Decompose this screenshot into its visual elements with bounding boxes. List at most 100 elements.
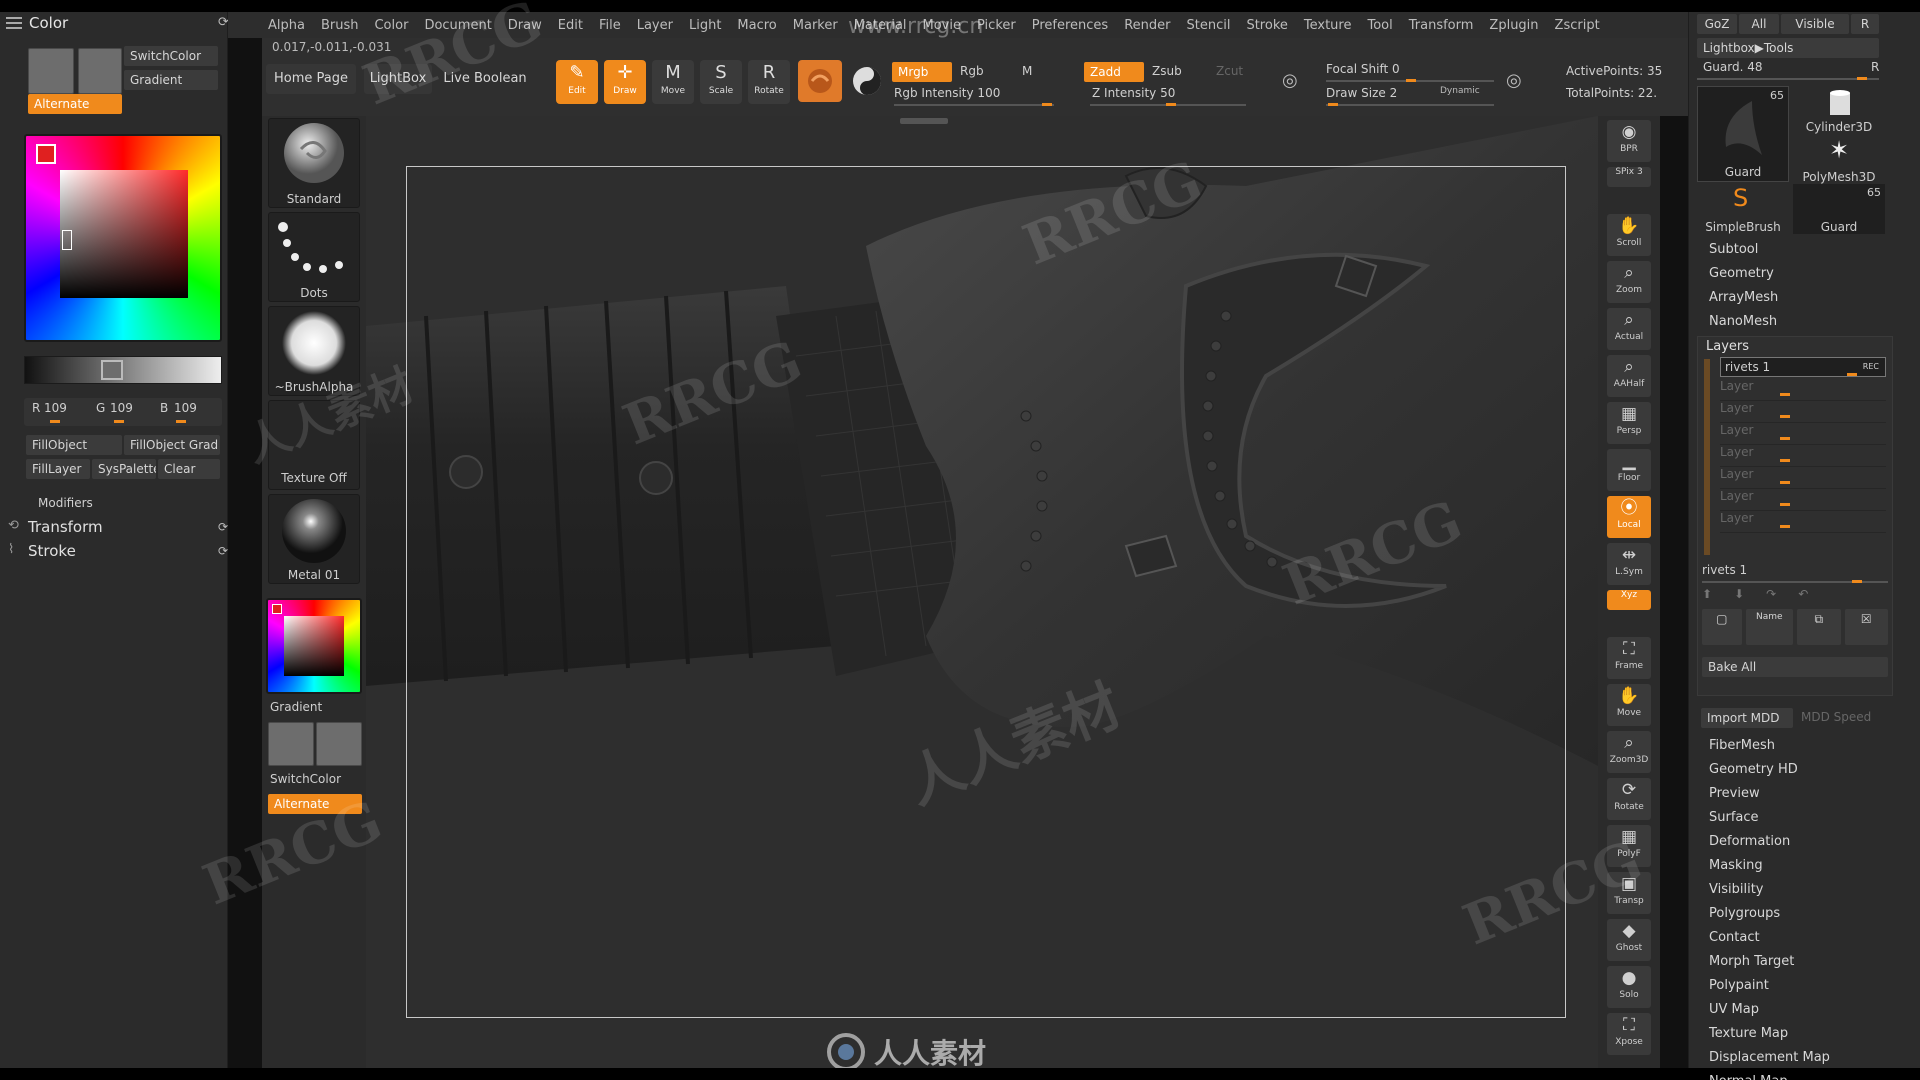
- menu-item-color[interactable]: Color: [374, 18, 408, 33]
- stroke-refresh-icon[interactable]: ⟳: [218, 544, 228, 558]
- menu-item-layer[interactable]: Layer: [637, 18, 673, 33]
- scale-mode-button[interactable]: S Scale: [700, 60, 742, 104]
- tool-menu-normal-map[interactable]: Normal Map: [1709, 1074, 1909, 1080]
- secondary-color-swatch[interactable]: [78, 48, 122, 94]
- tool-menu-morph-target[interactable]: Morph Target: [1709, 954, 1909, 978]
- tool-menu-masking[interactable]: Masking: [1709, 858, 1909, 882]
- mini-main-swatch[interactable]: [268, 722, 314, 766]
- tool-thumb-guard[interactable]: 65 Guard: [1697, 86, 1789, 182]
- rotate-mode-button[interactable]: R Rotate: [748, 60, 790, 104]
- current-tool-r[interactable]: R: [1871, 60, 1879, 74]
- tool-menu-deformation[interactable]: Deformation: [1709, 834, 1909, 858]
- layer-delete-icon[interactable]: ☒: [1844, 609, 1888, 645]
- focal-shift-knob[interactable]: [1406, 79, 1416, 82]
- tool-menu-visibility[interactable]: Visibility: [1709, 882, 1909, 906]
- strip-frame-button[interactable]: ⛶ Frame: [1607, 637, 1651, 679]
- color-picker[interactable]: [24, 134, 222, 342]
- strip-local-button[interactable]: ⦿ Local: [1607, 496, 1651, 538]
- layer-row-knob[interactable]: [1780, 393, 1790, 396]
- dynamic-toggle[interactable]: Dynamic: [1440, 86, 1480, 96]
- mini-sv-square[interactable]: [284, 616, 344, 676]
- main-color-swatch[interactable]: [28, 48, 74, 94]
- draw-size-track[interactable]: [1326, 103, 1494, 106]
- layers-title[interactable]: Layers: [1706, 339, 1749, 354]
- tool-slider-knob[interactable]: [1857, 77, 1867, 80]
- value-slider-knob[interactable]: [101, 360, 123, 380]
- menu-item-alpha[interactable]: Alpha: [268, 18, 305, 33]
- strip-rotate-button[interactable]: ⟳ Rotate: [1607, 778, 1651, 820]
- material-metal-tile[interactable]: Metal 01: [268, 494, 360, 584]
- strip-ghost-button[interactable]: ◆ Ghost: [1607, 919, 1651, 961]
- z-intensity-track[interactable]: [1090, 103, 1246, 106]
- draw-size-knob[interactable]: [1328, 103, 1338, 106]
- tool-menu-preview[interactable]: Preview: [1709, 786, 1909, 810]
- g-value[interactable]: 109: [110, 401, 133, 415]
- strip-aahalf-button[interactable]: ⌕ AAHalf: [1607, 355, 1651, 397]
- layer-row-knob[interactable]: [1780, 459, 1790, 462]
- menu-item-transform[interactable]: Transform: [1409, 18, 1474, 33]
- strip-bpr-button[interactable]: ◉ BPR: [1607, 120, 1651, 162]
- mini-hue-marker[interactable]: [272, 604, 282, 614]
- layer-undo-icon[interactable]: ↶: [1798, 587, 1808, 601]
- b-value[interactable]: 109: [174, 401, 197, 415]
- menu-item-macro[interactable]: Macro: [737, 18, 776, 33]
- tool-menu-displacement-map[interactable]: Displacement Map: [1709, 1050, 1909, 1074]
- color-cursor[interactable]: [62, 230, 72, 250]
- z-intensity-slider[interactable]: Z Intensity 50: [1092, 86, 1175, 100]
- rgb-intensity-knob[interactable]: [1042, 103, 1052, 106]
- bake-all-button[interactable]: Bake All: [1702, 657, 1888, 677]
- menu-item-marker[interactable]: Marker: [793, 18, 838, 33]
- focal-shift-track[interactable]: [1326, 79, 1494, 82]
- mini-secondary-swatch[interactable]: [316, 722, 362, 766]
- transform-refresh-icon[interactable]: ⟳: [218, 520, 228, 534]
- tool-thumb-simplebrush[interactable]: S SimpleBrush: [1697, 184, 1789, 234]
- value-slider[interactable]: [24, 356, 222, 384]
- tool-menu-nanomesh[interactable]: NanoMesh: [1709, 314, 1909, 338]
- hamburger-menu-icon[interactable]: [6, 16, 22, 30]
- filllayer-button[interactable]: FillLayer: [26, 459, 90, 479]
- zadd-button[interactable]: Zadd: [1084, 62, 1144, 82]
- menu-item-render[interactable]: Render: [1124, 18, 1170, 33]
- fillobject-grad-button[interactable]: FillObject Grad: [124, 435, 220, 455]
- d-target-icon[interactable]: ◎: [1506, 70, 1522, 91]
- mrgb-button[interactable]: Mrgb: [892, 62, 952, 82]
- strip-l-sym-button[interactable]: ⇹ L.Sym: [1607, 543, 1651, 585]
- lightbox-tools-button[interactable]: Lightbox▶Tools: [1697, 38, 1879, 58]
- menu-item-brush[interactable]: Brush: [321, 18, 359, 33]
- document-canvas[interactable]: 人人素材: [366, 116, 1598, 1068]
- b-slider-knob[interactable]: [176, 420, 186, 423]
- alternate-button[interactable]: Alternate: [28, 94, 122, 114]
- strip-solo-button[interactable]: ● Solo: [1607, 966, 1651, 1008]
- menu-item-preferences[interactable]: Preferences: [1032, 18, 1108, 33]
- menu-item-light[interactable]: Light: [689, 18, 721, 33]
- all-button[interactable]: All: [1739, 14, 1779, 34]
- tool-menu-fibermesh[interactable]: FiberMesh: [1709, 738, 1909, 762]
- hue-marker[interactable]: [36, 144, 56, 164]
- tool-menu-arraymesh[interactable]: ArrayMesh: [1709, 290, 1909, 314]
- dots-stroke-tile[interactable]: Dots: [268, 212, 360, 302]
- switch-color-button[interactable]: SwitchColor: [124, 46, 218, 66]
- tool-slider-track[interactable]: [1697, 77, 1879, 80]
- tool-menu-contact[interactable]: Contact: [1709, 930, 1909, 954]
- layer-scrollbar[interactable]: [1704, 359, 1710, 555]
- current-tool-slider[interactable]: Guard. 48: [1703, 60, 1763, 74]
- layer-row[interactable]: Layer: [1720, 379, 1886, 401]
- draw-mode-button[interactable]: ✛ Draw: [604, 60, 646, 104]
- tool-menu-geometry[interactable]: Geometry: [1709, 266, 1909, 290]
- strip-xpose-button[interactable]: ⛶ Xpose: [1607, 1013, 1651, 1055]
- layer-row[interactable]: Layer: [1720, 445, 1886, 467]
- rgb-button[interactable]: Rgb: [960, 64, 984, 78]
- tool-menu-surface[interactable]: Surface: [1709, 810, 1909, 834]
- tool-menu-geometry-hd[interactable]: Geometry HD: [1709, 762, 1909, 786]
- layer-row-knob[interactable]: [1780, 437, 1790, 440]
- s-target-icon[interactable]: ◎: [1282, 70, 1298, 91]
- strip-floor-button[interactable]: ▁ Floor: [1607, 449, 1651, 491]
- layer-row-knob[interactable]: [1780, 481, 1790, 484]
- rivets-slider-label[interactable]: rivets 1: [1702, 563, 1747, 577]
- rivets-slider-track[interactable]: [1702, 580, 1888, 583]
- tool-thumb-guard-2[interactable]: 65 Guard: [1793, 184, 1885, 234]
- strip-actual-button[interactable]: ⌕ Actual: [1607, 308, 1651, 350]
- layer-redo-icon[interactable]: ↷: [1766, 587, 1776, 601]
- tool-thumb-cylinder[interactable]: Cylinder3D: [1793, 86, 1885, 134]
- layer-row[interactable]: Layer: [1720, 401, 1886, 423]
